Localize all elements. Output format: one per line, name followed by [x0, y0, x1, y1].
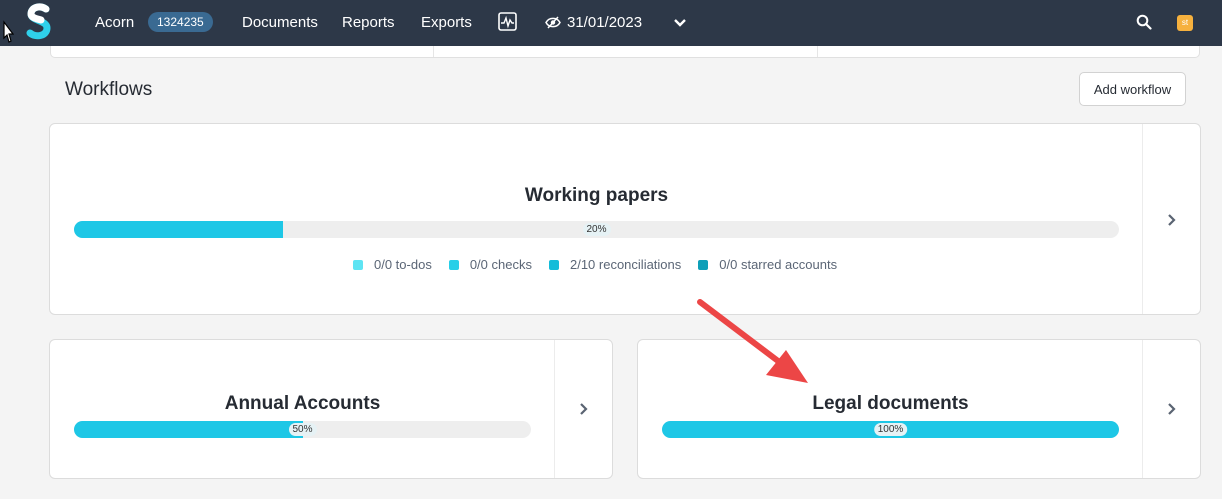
- user-avatar[interactable]: st: [1177, 15, 1193, 31]
- legend-item-checks: 0/0 checks: [448, 257, 532, 272]
- legend-label: 0/0 to-dos: [374, 257, 432, 272]
- activity-monitor-icon[interactable]: [498, 12, 517, 31]
- progress-label: 100%: [873, 423, 908, 436]
- workflows-section-title: Workflows: [65, 79, 153, 100]
- mouse-pointer-icon: [3, 20, 15, 43]
- legend-item-starred-accounts: 0/0 starred accounts: [698, 257, 837, 272]
- nav-documents-link[interactable]: Documents: [242, 14, 318, 31]
- add-workflow-button[interactable]: Add workflow: [1079, 72, 1186, 106]
- search-icon[interactable]: [1136, 14, 1152, 30]
- legend-swatch: [353, 259, 363, 270]
- top-navigation-bar: Acorn 1324235 Documents Reports Exports …: [0, 0, 1222, 46]
- summary-card-bottom-edge: [50, 46, 1200, 58]
- open-annual-accounts-button[interactable]: [554, 340, 612, 478]
- client-name-link[interactable]: Acorn: [95, 14, 134, 31]
- open-working-papers-button[interactable]: [1142, 124, 1200, 314]
- nav-exports-link[interactable]: Exports: [421, 14, 472, 31]
- legal-documents-progress-bar: 100%: [662, 421, 1119, 438]
- annual-accounts-card[interactable]: Annual Accounts 50%: [49, 339, 613, 479]
- legend-label: 0/0 starred accounts: [719, 257, 838, 272]
- legal-documents-card[interactable]: Legal documents 100%: [637, 339, 1201, 479]
- chevron-right-icon: [1168, 403, 1176, 415]
- nav-reports-link[interactable]: Reports: [342, 14, 395, 31]
- chevron-right-icon: [580, 403, 588, 415]
- legal-documents-title: Legal documents: [812, 393, 969, 414]
- period-date[interactable]: 31/01/2023: [567, 14, 642, 31]
- legend-item-reconciliations: 2/10 reconciliations: [548, 257, 682, 272]
- legend-swatch: [698, 259, 709, 270]
- app-logo-icon[interactable]: [26, 3, 52, 41]
- progress-label: 50%: [288, 423, 317, 436]
- divider: [817, 46, 818, 57]
- progress-fill: [74, 421, 303, 438]
- legend-swatch: [448, 259, 459, 270]
- chevron-down-icon[interactable]: [672, 16, 688, 30]
- divider: [433, 46, 434, 57]
- chevron-right-icon: [1168, 214, 1176, 226]
- legend-label: 0/0 checks: [469, 257, 532, 272]
- open-legal-documents-button[interactable]: [1142, 340, 1200, 478]
- progress-fill: [74, 221, 283, 238]
- working-papers-card[interactable]: Working papers 20%: [49, 123, 1201, 315]
- progress-label: 20%: [582, 223, 611, 236]
- working-papers-progress-bar: 20%: [74, 221, 1119, 238]
- working-papers-legend: 0/0 to-dos 0/0 checks 2/10 reconciliatio…: [353, 257, 854, 272]
- client-id-badge: 1324235: [148, 12, 213, 32]
- legend-swatch: [548, 259, 559, 270]
- legend-label: 2/10 reconciliations: [569, 257, 682, 272]
- legend-item-todos: 0/0 to-dos: [353, 257, 432, 272]
- annual-accounts-progress-bar: 50%: [74, 421, 531, 438]
- working-papers-title: Working papers: [524, 185, 669, 206]
- eye-slash-icon: [545, 16, 561, 29]
- annual-accounts-title: Annual Accounts: [224, 393, 381, 414]
